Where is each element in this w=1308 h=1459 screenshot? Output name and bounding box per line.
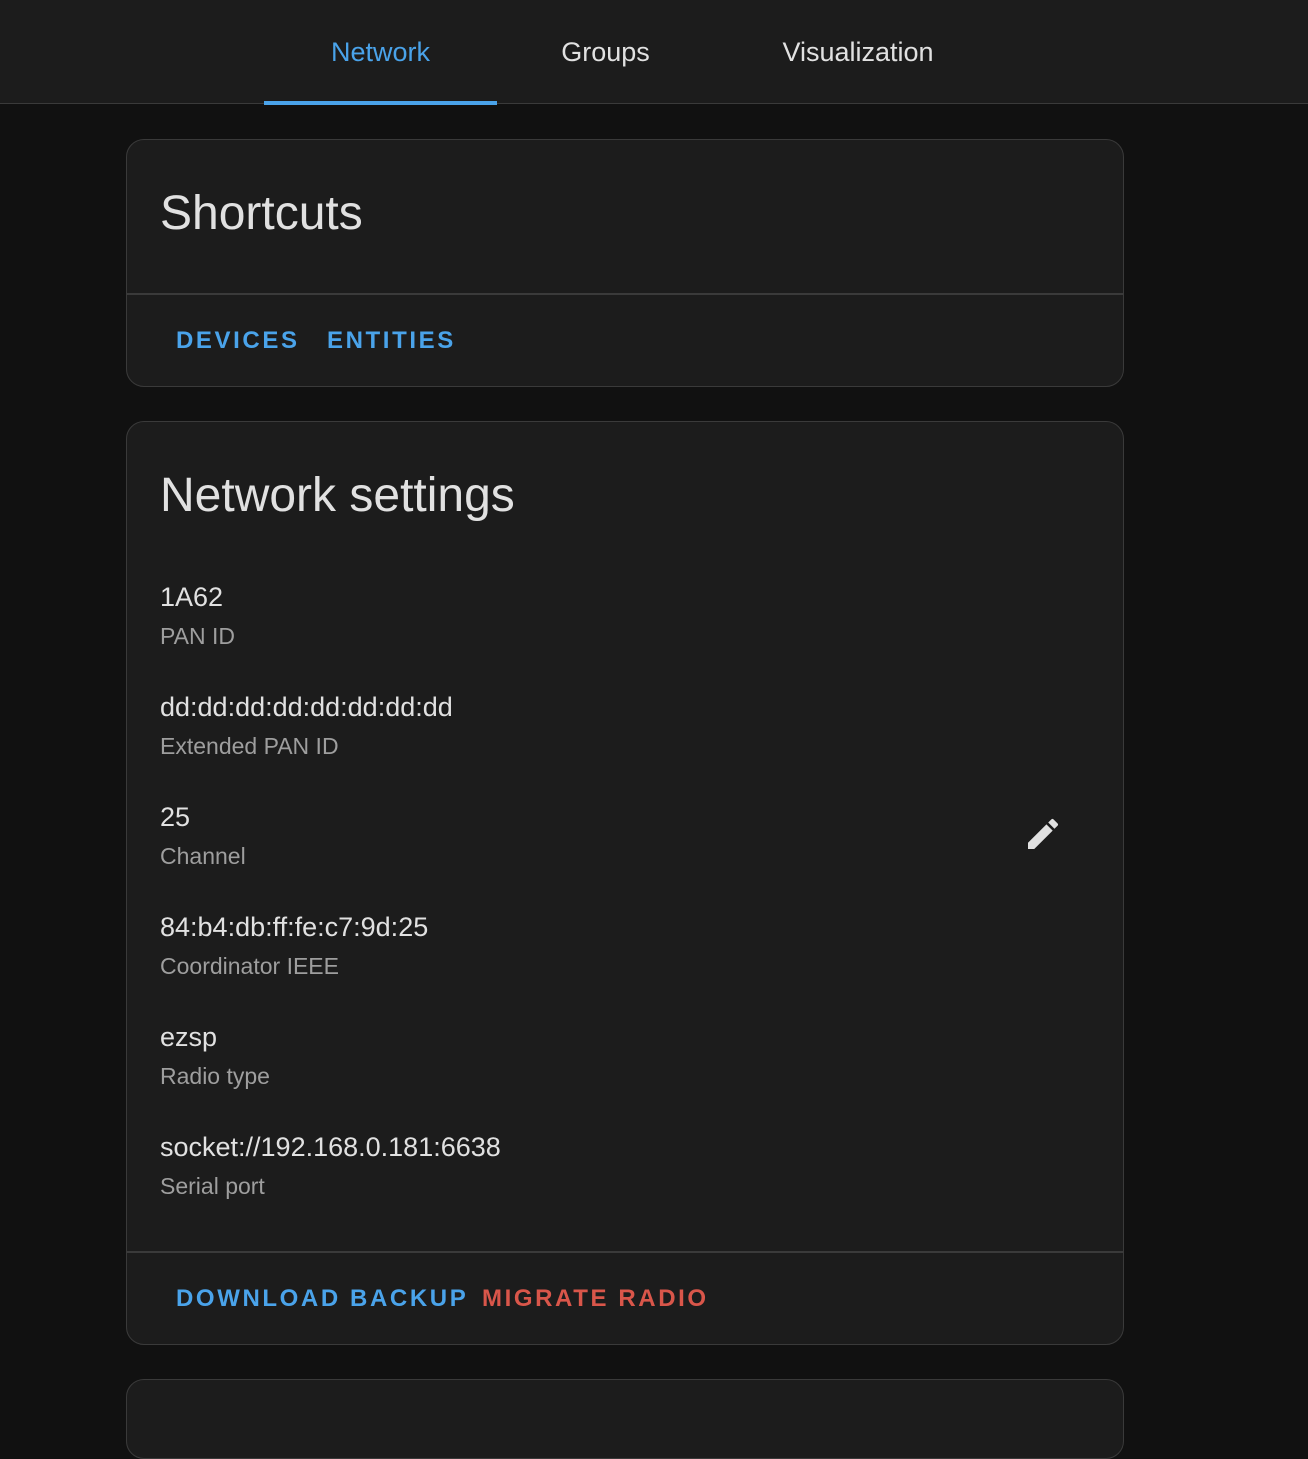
tab-visualization-label: Visualization bbox=[782, 36, 934, 67]
devices-button[interactable]: DEVICES bbox=[176, 329, 300, 353]
tab-groups[interactable]: Groups bbox=[497, 0, 714, 104]
pan-id-label: PAN ID bbox=[160, 623, 235, 649]
shortcuts-card: Shortcuts DEVICES ENTITIES bbox=[126, 139, 1124, 387]
radio-type-value: ezsp bbox=[160, 1022, 218, 1052]
network-settings-card: Network settings 1A62 PAN ID dd:dd:dd:dd… bbox=[126, 421, 1124, 1345]
tab-network-label: Network bbox=[330, 36, 431, 67]
card-divider bbox=[127, 293, 1123, 295]
tab-bar: Network Groups Visualization bbox=[0, 0, 1308, 105]
setting-channel: 25 Channel bbox=[160, 804, 246, 868]
setting-extended-pan-id: dd:dd:dd:dd:dd:dd:dd:dd Extended PAN ID bbox=[160, 694, 453, 758]
shortcuts-title: Shortcuts bbox=[160, 187, 363, 240]
coordinator-ieee-label: Coordinator IEEE bbox=[160, 953, 339, 979]
extended-pan-id-value: dd:dd:dd:dd:dd:dd:dd:dd bbox=[160, 692, 453, 722]
radio-type-label: Radio type bbox=[160, 1063, 270, 1089]
setting-pan-id: 1A62 PAN ID bbox=[160, 584, 235, 648]
setting-radio-type: ezsp Radio type bbox=[160, 1024, 270, 1088]
next-card bbox=[126, 1379, 1124, 1459]
entities-button[interactable]: ENTITIES bbox=[327, 329, 456, 353]
tab-visualization[interactable]: Visualization bbox=[714, 0, 1002, 104]
setting-serial-port: socket://192.168.0.181:6638 Serial port bbox=[160, 1134, 501, 1198]
network-settings-title: Network settings bbox=[160, 469, 515, 522]
coordinator-ieee-value: 84:b4:db:ff:fe:c7:9d:25 bbox=[160, 912, 429, 942]
channel-label: Channel bbox=[160, 843, 246, 869]
channel-value: 25 bbox=[160, 802, 191, 832]
active-tab-indicator bbox=[264, 101, 497, 105]
pencil-icon bbox=[1028, 818, 1059, 849]
tab-network[interactable]: Network bbox=[264, 0, 497, 105]
serial-port-label: Serial port bbox=[160, 1173, 265, 1199]
setting-coordinator-ieee: 84:b4:db:ff:fe:c7:9d:25 Coordinator IEEE bbox=[160, 914, 428, 978]
pan-id-value: 1A62 bbox=[160, 582, 224, 612]
migrate-radio-button[interactable]: MIGRATE RADIO bbox=[482, 1287, 709, 1311]
card-divider bbox=[127, 1251, 1123, 1253]
extended-pan-id-label: Extended PAN ID bbox=[160, 733, 339, 759]
serial-port-value: socket://192.168.0.181:6638 bbox=[160, 1132, 501, 1162]
download-backup-button[interactable]: DOWNLOAD BACKUP bbox=[176, 1287, 468, 1311]
edit-channel-button[interactable] bbox=[1017, 808, 1069, 860]
tab-groups-label: Groups bbox=[561, 36, 650, 67]
